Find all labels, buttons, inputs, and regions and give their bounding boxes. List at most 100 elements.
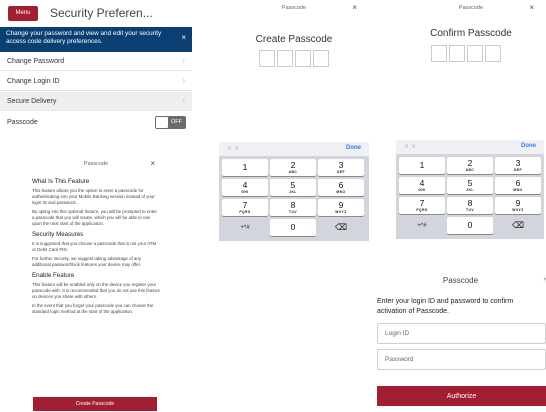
backspace-icon: ⌫ [334,222,348,232]
key-digit: 5 [467,178,473,188]
key-4[interactable]: 4 GHI [399,177,445,194]
key-3[interactable]: 3 DEF [495,157,541,174]
chevron-right-icon: › [182,76,185,85]
prev-next-arrows-icon[interactable]: ∧ ∨ [404,142,416,150]
confirm-passcode-screen: Passcode × Confirm Passcode ∧ ∨ Done 1 2… [396,0,546,245]
key-6[interactable]: 6 MNO [495,177,541,194]
passcode-digit-box[interactable] [313,50,329,67]
key-6[interactable]: 6 MNO [318,179,364,196]
close-icon[interactable]: × [529,3,534,12]
key-9[interactable]: 9 WXYZ [495,197,541,214]
confirm-login-screen: Passcode › Enter your login ID and passw… [375,268,546,412]
section-paragraph: For further security, we suggest taking … [32,256,142,267]
key-9[interactable]: 9 WXYZ [318,199,364,216]
key-letters: GHI [241,190,249,194]
passcode-digit-box[interactable] [431,45,447,62]
key-digit: 9 [338,200,344,210]
backspace-key[interactable]: ⌫ [318,219,364,236]
numeric-keypad: ∧ ∨ Done 1 2 ABC 3 DEF 4 GHI 5 JKL 6 MNO 7 PQR… [219,142,369,241]
keypad-keys: 1 2 ABC 3 DEF 4 GHI 5 JKL 6 MNO 7 PQRS 8 TUV 9W… [222,159,364,236]
modal-header: Passcode [458,5,484,11]
info-banner: Change your password and view and edit y… [0,27,192,52]
key-letters: PQRS [416,208,428,212]
done-button[interactable]: Done [521,143,536,149]
section-paragraph: In the event that you forget your passco… [32,303,154,314]
passcode-info-screen: Passcode × What Is This Feature This fea… [27,156,165,412]
key-digit: 1 [242,162,248,172]
done-button[interactable]: Done [346,145,361,151]
keypad-keys: 1 2 ABC 3 DEF 4 GHI 5 JKL 6 MNO 7 PQRS 8 TUV 9W… [399,157,541,234]
key-letters: JKL [289,190,297,194]
key-3[interactable]: 3 DEF [318,159,364,176]
passcode-digit-box[interactable] [259,50,275,67]
key-2[interactable]: 2 ABC [447,157,493,174]
passcode-digit-boxes[interactable] [259,50,329,67]
section-paragraph: By opting into this optional feature, yo… [32,209,157,226]
passcode-digit-boxes[interactable] [431,45,501,62]
passcode-toggle[interactable]: OFF [155,116,186,129]
key-digit: 9 [515,198,521,208]
key-5[interactable]: 5 JKL [447,177,493,194]
close-icon[interactable]: × [181,34,186,42]
authorize-button[interactable]: Authorize [377,386,546,406]
key-digit: 8 [467,198,473,208]
key-8[interactable]: 8 TUV [447,197,493,214]
change-login-id-row[interactable]: Change Login ID › [0,72,192,91]
key-letters: DEF [336,170,346,174]
key-digit: 3 [515,158,521,168]
backspace-key[interactable]: ⌫ [495,217,541,234]
row-label: Change Login ID [7,77,60,85]
passcode-title: Create Passcode [255,34,333,45]
key-letters: ABC [465,168,475,172]
key-letters: JKL [466,188,474,192]
create-passcode-button[interactable]: Create Passcode [33,397,157,411]
key-letters: DEF [513,168,523,172]
key-2[interactable]: 2 ABC [270,159,316,176]
key-symbols[interactable]: +*# [399,217,445,234]
key-digit: 2 [467,158,473,168]
key-letters: MNO [513,188,523,192]
key-letters: TUV [465,208,475,212]
change-password-row[interactable]: Change Password › [0,52,192,71]
key-4[interactable]: 4 GHI [222,179,268,196]
key-7[interactable]: 7 PQRS [222,199,268,216]
close-icon[interactable]: × [352,3,357,12]
section-paragraph: This feature allows you the option to en… [32,188,155,205]
key-digit: +*# [417,222,427,229]
keypad-toolbar: ∧ ∨ Done [219,142,369,156]
row-label: Change Password [7,57,65,65]
modal-header: Passcode [442,276,479,285]
section-heading: What Is This Feature [32,178,90,185]
key-8[interactable]: 8 TUV [270,199,316,216]
key-digit: +*# [240,224,250,231]
modal-header: Passcode [281,5,307,11]
close-icon[interactable]: × [150,159,155,168]
secure-delivery-row[interactable]: Secure Delivery › [0,92,192,111]
passcode-digit-box[interactable] [449,45,465,62]
key-5[interactable]: 5 JKL [270,179,316,196]
key-digit: 5 [290,180,296,190]
key-0[interactable]: 0 [447,217,493,234]
key-digit: 4 [242,180,248,190]
key-0[interactable]: 0 [270,219,316,236]
key-7[interactable]: 7 PQRS [399,197,445,214]
key-symbols[interactable]: +*# [222,219,268,236]
passcode-title: Confirm Passcode [430,28,512,39]
key-1[interactable]: 1 [399,157,445,174]
key-letters: MNO [336,190,346,194]
passcode-digit-box[interactable] [485,45,501,62]
key-digit: 0 [467,220,473,230]
key-1[interactable]: 1 [222,159,268,176]
passcode-digit-box[interactable] [295,50,311,67]
login-id-input[interactable] [377,323,546,344]
passcode-digit-box[interactable] [277,50,293,67]
menu-button[interactable]: Menu [8,5,38,21]
section-heading: Security Measures [32,231,84,238]
passcode-digit-box[interactable] [467,45,483,62]
prev-next-arrows-icon[interactable]: ∧ ∨ [227,144,239,152]
password-input[interactable] [377,349,546,370]
key-letters: WXYZ [335,210,347,214]
chevron-right-icon: › [182,56,185,65]
numeric-keypad: ∧ ∨ Done 1 2 ABC 3 DEF 4 GHI 5 JKL 6 MNO 7 PQR… [396,140,544,239]
security-preferences-screen: Menu Security Preferen... Change your pa… [0,0,192,136]
